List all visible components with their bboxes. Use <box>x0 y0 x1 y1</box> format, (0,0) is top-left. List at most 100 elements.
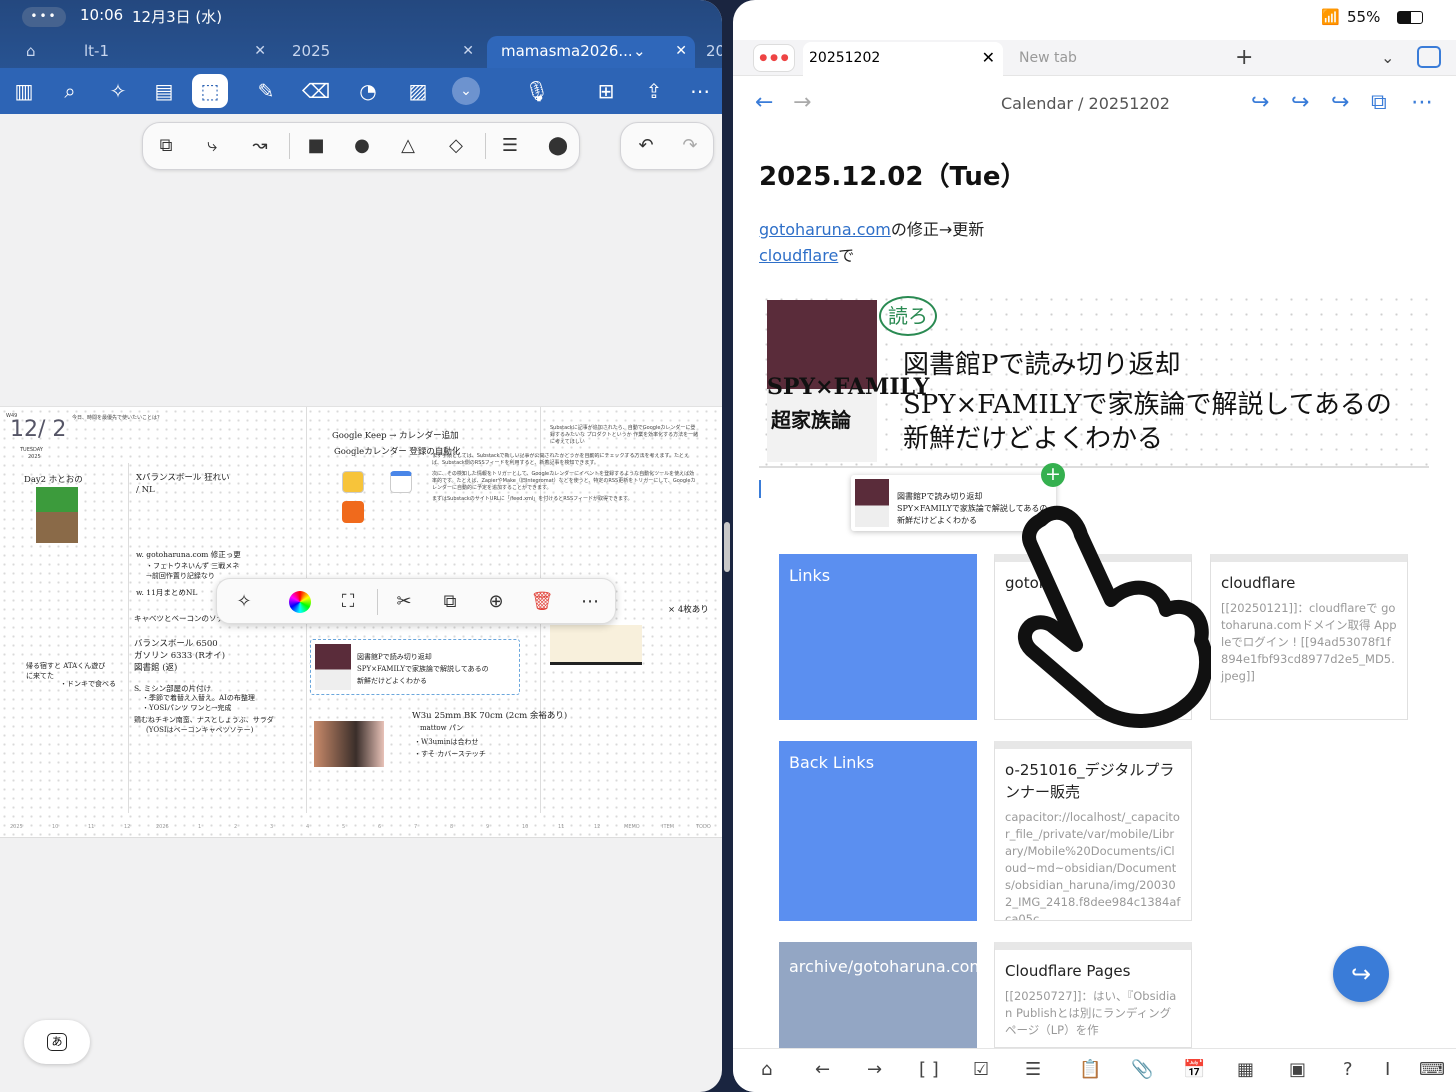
axis-label[interactable]: 5 <box>342 824 345 830</box>
axis-label[interactable]: 3 <box>270 824 273 830</box>
forward-arrow-icon[interactable]: → <box>793 90 811 115</box>
trash-icon[interactable]: 🗑 <box>525 587 559 617</box>
tag-icon[interactable]: ⌂ <box>761 1059 772 1080</box>
tab-lt-1[interactable]: lt-1 ✕ <box>84 36 274 68</box>
card-digital-planner[interactable]: o-251016_デジタルプランナー販売 capacitor://localho… <box>994 741 1192 921</box>
link-forward-icon[interactable]: ↪ <box>1331 90 1349 115</box>
mic-icon[interactable]: 🎙 <box>512 74 562 108</box>
rectangle-icon[interactable]: ■ <box>299 131 333 161</box>
chevron-down-icon[interactable]: ⌄ <box>1381 42 1394 76</box>
axis-label[interactable]: 2025 <box>10 824 23 830</box>
back-arrow-icon[interactable]: ← <box>755 90 773 115</box>
embedded-image[interactable]: SPY×FAMILY 超家族論 読ろ 図書館Pで読み切り返却 SPY×FAMIL… <box>759 292 1429 468</box>
triangle-icon[interactable]: △ <box>391 131 425 161</box>
lasso-select-icon[interactable]: ⬚ <box>192 74 228 108</box>
close-icon[interactable]: ✕ <box>675 36 687 66</box>
axis-label[interactable]: 9 <box>486 824 489 830</box>
breadcrumb-parent[interactable]: Calendar <box>1001 94 1073 113</box>
axis-label[interactable]: MEMO <box>624 824 640 830</box>
axis-label[interactable]: 11 <box>558 824 564 830</box>
tab-new[interactable]: New tab <box>1019 42 1219 76</box>
circle-icon[interactable]: ● <box>345 131 379 161</box>
breadcrumb-current[interactable]: 20251202 <box>1089 94 1170 113</box>
add-page-icon[interactable]: ⊞ <box>588 74 624 108</box>
fab-forward-icon[interactable]: ↪ <box>1333 946 1389 1002</box>
axis-label[interactable]: 10 <box>52 824 58 830</box>
tab-mamasma[interactable]: mamasma2026... ⌄ ✕ <box>487 36 695 68</box>
tab-2025[interactable]: 2025 ✕ <box>292 36 482 68</box>
ellipsis-icon[interactable]: ⋯ <box>573 587 607 617</box>
keyboard-icon[interactable]: ⌨ <box>1419 1059 1445 1080</box>
reading-view-icon[interactable]: ⧉ <box>1371 90 1387 115</box>
sidebar-icon[interactable]: ▥ <box>6 74 42 108</box>
multitask-dots[interactable]: ••• <box>22 7 66 27</box>
axis-label[interactable]: 2026 <box>156 824 169 830</box>
share-icon[interactable]: ⇪ <box>636 74 672 108</box>
duplicate-icon[interactable]: ⊕ <box>479 587 513 617</box>
tab-20251202[interactable]: 20251202 ✕ <box>803 42 1003 76</box>
card-links[interactable]: Links <box>779 554 977 720</box>
color-icon[interactable]: ⬤ <box>541 131 575 161</box>
bracket-icon[interactable]: [ ] <box>919 1059 939 1080</box>
list-icon[interactable]: ☰ <box>1025 1059 1041 1080</box>
card-archive[interactable]: archive/gotoharuna.com <box>779 942 977 1048</box>
obsidian-app-icon[interactable]: ● ● ● <box>753 44 795 72</box>
card-cloudflare[interactable]: cloudflare [[20250121]]：cloudflareで goto… <box>1210 554 1408 720</box>
color-wheel-icon[interactable] <box>289 591 311 613</box>
close-icon[interactable]: ✕ <box>254 36 266 66</box>
split-divider-handle[interactable] <box>724 522 730 572</box>
axis-label[interactable]: 6 <box>378 824 381 830</box>
axis-label[interactable]: 12 <box>594 824 600 830</box>
card-back-links[interactable]: Back Links <box>779 741 977 921</box>
close-icon[interactable]: ✕ <box>462 36 474 66</box>
card-cloudflare-pages[interactable]: Cloudflare Pages [[20250727]]：はい、『Obsidi… <box>994 942 1192 1048</box>
calendar-icon[interactable]: 📅 <box>1183 1059 1205 1080</box>
eraser-icon[interactable]: ⌫ <box>298 74 334 108</box>
back-arrow-icon[interactable]: ← <box>815 1059 830 1080</box>
link-forward-icon[interactable]: ↪ <box>1291 90 1309 115</box>
line-weight-icon[interactable]: ☰ <box>493 131 527 161</box>
copy-icon[interactable]: ⧉ <box>433 587 467 617</box>
close-icon[interactable]: ✕ <box>982 42 995 74</box>
help-icon[interactable]: ? <box>1343 1059 1353 1080</box>
diamond-icon[interactable]: ◇ <box>439 131 473 161</box>
axis-label[interactable]: 11 <box>88 824 94 830</box>
shape-icon[interactable]: ◔ <box>350 74 386 108</box>
ai-sparkle-icon[interactable]: ✧ <box>227 587 261 617</box>
axis-label[interactable]: 8 <box>450 824 453 830</box>
calendar-grid-icon[interactable]: ▦ <box>1237 1059 1254 1080</box>
pen-icon[interactable]: ✎ <box>248 74 284 108</box>
axis-label[interactable]: ITEM <box>662 824 674 830</box>
axis-label[interactable]: 7 <box>414 824 417 830</box>
ellipsis-icon[interactable]: ⋯ <box>1411 90 1433 115</box>
search-icon[interactable]: ⌕ <box>52 74 88 108</box>
ellipsis-icon[interactable]: ⋯ <box>682 74 718 108</box>
axis-label[interactable]: TODO <box>696 824 711 830</box>
forward-arrow-icon[interactable]: → <box>867 1059 882 1080</box>
resize-icon[interactable]: ⛶ <box>331 587 365 617</box>
notes-icon[interactable]: ▤ <box>146 74 182 108</box>
axis-label[interactable]: 10 <box>522 824 528 830</box>
image-icon[interactable]: ▨ <box>400 74 436 108</box>
undo-icon[interactable]: ↶ <box>629 131 663 161</box>
axis-label[interactable]: 4 <box>306 824 309 830</box>
axis-label[interactable]: 12 <box>124 824 130 830</box>
link-gotoharuna[interactable]: gotoharuna.com <box>759 220 891 239</box>
tab-20[interactable]: 20 <box>706 36 722 68</box>
chevron-down-icon[interactable]: ⌄ <box>633 36 646 66</box>
more-down-icon[interactable]: ⌄ <box>452 77 480 105</box>
link-forward-icon[interactable]: ↪ <box>1251 90 1269 115</box>
clipboard-icon[interactable]: 📋 <box>1079 1059 1101 1080</box>
cursor-icon[interactable]: I <box>1385 1059 1390 1080</box>
ime-switcher[interactable]: あ <box>24 1020 90 1064</box>
link-cloudflare[interactable]: cloudflare <box>759 246 838 265</box>
redo-icon[interactable]: ↷ <box>673 131 707 161</box>
sidebar-toggle-icon[interactable] <box>1417 46 1441 68</box>
checkbox-icon[interactable]: ☑ <box>973 1059 989 1080</box>
connector-icon[interactable]: ⤷ <box>195 131 229 161</box>
curve-connector-icon[interactable]: ↝ <box>243 131 277 161</box>
axis-label[interactable]: 1 <box>198 824 201 830</box>
ai-sparkle-icon[interactable]: ✧ <box>100 74 136 108</box>
home-icon[interactable]: ⌂ <box>26 36 56 68</box>
scissors-icon[interactable]: ✂ <box>387 587 421 617</box>
